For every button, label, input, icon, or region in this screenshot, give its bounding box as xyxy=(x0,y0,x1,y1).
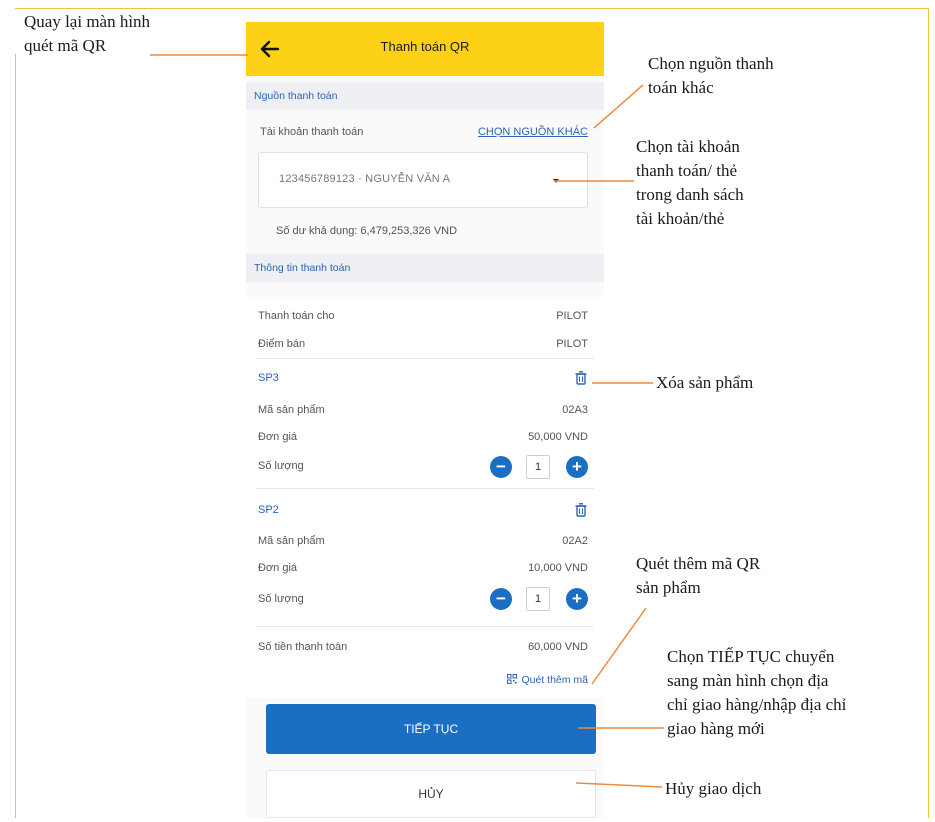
unit-price-value: 10,000 VND xyxy=(528,562,588,574)
divider xyxy=(256,626,594,627)
quantity-field[interactable]: 1 xyxy=(526,587,550,611)
trash-icon[interactable] xyxy=(574,502,588,518)
quantity-label: Số lượng xyxy=(258,460,304,472)
annotation-choose-account: Chọn tài khoản thanh toán/ thẻ trong danh… xyxy=(636,137,744,228)
scan-more-label: Quét thêm mã xyxy=(521,674,588,686)
account-select[interactable]: 123456789123 · NGUYỄN VĂN A xyxy=(258,152,588,208)
quantity-decrease-button[interactable]: − xyxy=(490,588,512,610)
account-label: Tài khoản thanh toán xyxy=(260,126,364,138)
divider xyxy=(256,488,594,489)
product-code-label: Mã sản phẩm xyxy=(258,535,325,547)
divider xyxy=(256,358,594,359)
qr-code-icon xyxy=(507,674,518,684)
annotation-scan-more: Quét thêm mã QR sản phẩm xyxy=(636,554,761,597)
payment-info-card xyxy=(246,297,604,697)
trash-icon[interactable] xyxy=(574,370,588,386)
product-code-value: 02A3 xyxy=(562,404,588,416)
point-of-sale-label: Điểm bán xyxy=(258,338,306,350)
product-code-value: 02A2 xyxy=(562,535,588,547)
pay-to-label: Thanh toán cho xyxy=(258,310,335,322)
available-balance: Số dư khả dụng: 6,479,253,326 VND xyxy=(276,225,458,237)
quantity-field[interactable]: 1 xyxy=(526,455,550,479)
app-bar: Thanh toán QR xyxy=(246,22,604,76)
annotation-cancel: Hủy giao dịch xyxy=(665,779,762,798)
annotation-frame-left-edge xyxy=(15,54,16,818)
annotation-continue: Chọn TIẾP TỤC chuyển sang màn hình chọn đ… xyxy=(667,647,847,738)
annotation-back: Quay lại màn hình quét mã QR xyxy=(24,12,151,55)
unit-price-value: 50,000 VND xyxy=(528,431,588,443)
total-value: 60,000 VND xyxy=(528,641,588,653)
quantity-label: Số lượng xyxy=(258,593,304,605)
selected-account-value: 123456789123 · NGUYỄN VĂN A xyxy=(279,173,451,185)
phone-screen: Thanh toán QR Nguồn thanh toán Tài khoản… xyxy=(246,22,604,818)
quantity-decrease-button[interactable]: − xyxy=(490,456,512,478)
unit-price-label: Đơn giá xyxy=(258,562,298,574)
scan-more-button[interactable]: Quét thêm mã xyxy=(507,674,588,686)
cancel-button[interactable]: HỦY xyxy=(266,770,596,818)
payment-info-header: Thông tin thanh toán xyxy=(246,254,604,282)
continue-button[interactable]: TIẾP TỤC xyxy=(266,704,596,754)
annotation-delete-product: Xóa sản phẩm xyxy=(656,373,754,392)
quantity-increase-button[interactable]: + xyxy=(566,588,588,610)
product-name: SP2 xyxy=(258,504,279,516)
pay-to-value: PILOT xyxy=(556,310,588,322)
total-label: Số tiền thanh toán xyxy=(258,641,348,653)
caret-down-icon xyxy=(553,179,559,183)
product-code-label: Mã sản phẩm xyxy=(258,404,325,416)
product-name: SP3 xyxy=(258,372,279,384)
annotation-choose-source: Chọn nguồn thanh toán khác xyxy=(648,54,774,97)
payment-source-header: Nguồn thanh toán xyxy=(246,82,604,110)
unit-price-label: Đơn giá xyxy=(258,431,298,443)
point-of-sale-value: PILOT xyxy=(556,338,588,350)
choose-other-source-link[interactable]: CHỌN NGUỒN KHÁC xyxy=(478,126,588,138)
page-title: Thanh toán QR xyxy=(380,39,470,54)
quantity-increase-button[interactable]: + xyxy=(566,456,588,478)
